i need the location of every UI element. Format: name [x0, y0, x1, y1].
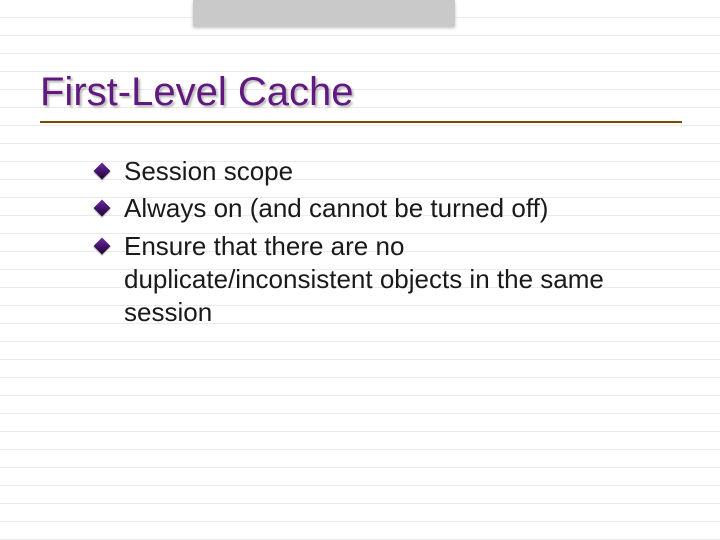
title-underline	[40, 121, 682, 123]
slide-title: First-Level Cache	[40, 70, 680, 115]
slide: First-Level Cache Session scope Always o…	[0, 0, 720, 329]
list-item: Always on (and cannot be turned off)	[96, 192, 656, 225]
list-item: Session scope	[96, 155, 656, 188]
list-item: Ensure that there are no duplicate/incon…	[96, 230, 656, 330]
bullet-list: Session scope Always on (and cannot be t…	[40, 155, 656, 329]
